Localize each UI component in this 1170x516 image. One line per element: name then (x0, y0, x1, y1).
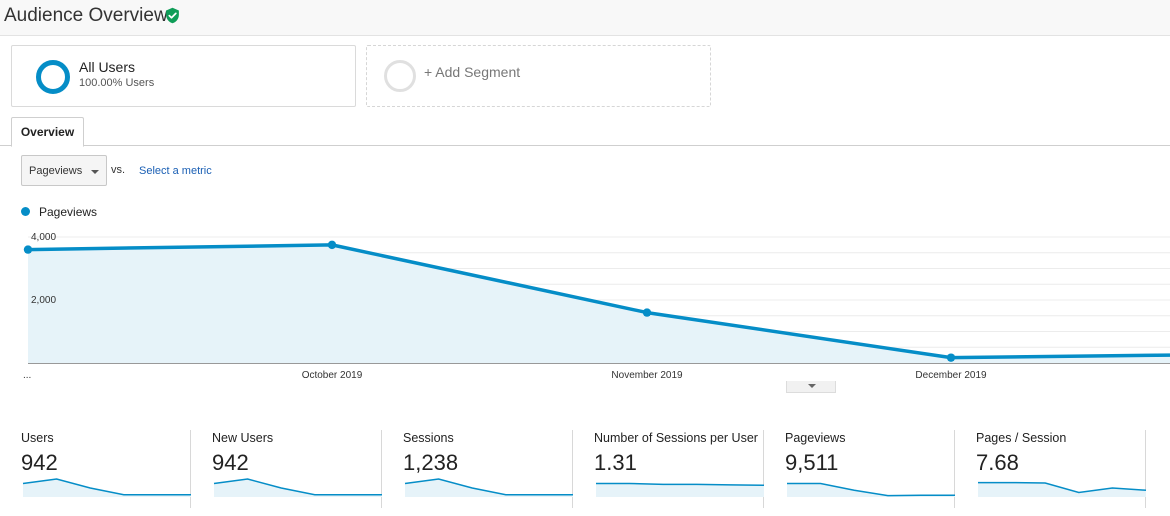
metric-value: 942 (212, 450, 249, 475)
metric-select-dropdown[interactable]: Pageviews (21, 155, 107, 186)
metric-label: Number of Sessions per User (594, 431, 758, 445)
y-tick-label: 2,000 (31, 295, 56, 306)
sparkline-area (978, 482, 1146, 497)
x-tick-label: November 2019 (611, 370, 683, 381)
pageviews-line-chart: 2,000 4,000... October 2019 November 2019 De… (23, 232, 1170, 381)
metric-sparkline (22, 478, 191, 497)
metric-sparkline (213, 478, 382, 497)
metric-card[interactable]: Users 942 (0, 430, 191, 508)
legend-label: Pageviews (39, 205, 98, 219)
metric-label: Sessions (403, 431, 454, 445)
data-point (23, 245, 33, 254)
metric-card[interactable]: Pageviews 9,511 (764, 430, 955, 508)
check-shield-icon (166, 7, 179, 24)
legend-swatch (21, 207, 30, 216)
tab-bar (0, 145, 1170, 146)
metric-card[interactable]: Number of Sessions per User 1.31 (573, 430, 765, 508)
metric-label: Users (21, 431, 54, 445)
segment-all-users[interactable]: All Users 100.00% Users (11, 45, 356, 107)
metric-sparkline (404, 478, 573, 497)
caret-down-icon (91, 170, 99, 174)
add-segment-button[interactable]: + Add Segment (366, 45, 711, 107)
x-tick-label: October 2019 (302, 370, 363, 381)
metric-sparkline (978, 481, 1147, 497)
data-point (946, 353, 956, 362)
tab-overview[interactable]: Overview (11, 117, 84, 147)
metric-value: 1.31 (594, 450, 637, 475)
data-point (642, 308, 652, 317)
metric-sparkline (787, 482, 955, 497)
metric-card[interactable]: Sessions 1,238 (382, 430, 573, 508)
vs-label: vs. (111, 164, 126, 176)
add-segment-label: + Add Segment (424, 64, 521, 80)
metric-label: Pages / Session (976, 431, 1067, 445)
y-tick-label: 4,000 (31, 232, 56, 243)
metric-value: 9,511 (785, 450, 839, 475)
metric-label: New Users (212, 431, 274, 445)
metric-label: Pageviews (785, 431, 846, 445)
empty-segment-ring-icon (384, 60, 416, 92)
select-metric-link[interactable]: Select a metric (139, 165, 212, 177)
metrics-summary-row: Users 942 New Users 942 Sessions 1,238 Number … (0, 430, 1170, 508)
x-tick-label: ... (23, 370, 31, 381)
metric-sparkline (596, 482, 765, 497)
page-title: Audience Overview (4, 5, 168, 26)
metric-value: 1,238 (403, 450, 459, 475)
metric-value: 7.68 (976, 450, 1019, 475)
metric-card[interactable]: New Users 942 (191, 430, 382, 508)
chart-collapse-handle[interactable] (786, 381, 836, 393)
metric-value: 942 (21, 450, 58, 475)
segment-color-ring-icon (36, 60, 70, 94)
x-tick-label: December 2019 (915, 370, 987, 381)
data-point (327, 240, 337, 250)
metric-select-value: Pageviews (29, 165, 83, 177)
segment-name: All Users (79, 59, 136, 75)
page-header: Audience Overview (0, 0, 1170, 36)
metric-card[interactable]: Pages / Session 7.68 (955, 430, 1147, 508)
segment-subtitle: 100.00% Users (79, 77, 155, 89)
